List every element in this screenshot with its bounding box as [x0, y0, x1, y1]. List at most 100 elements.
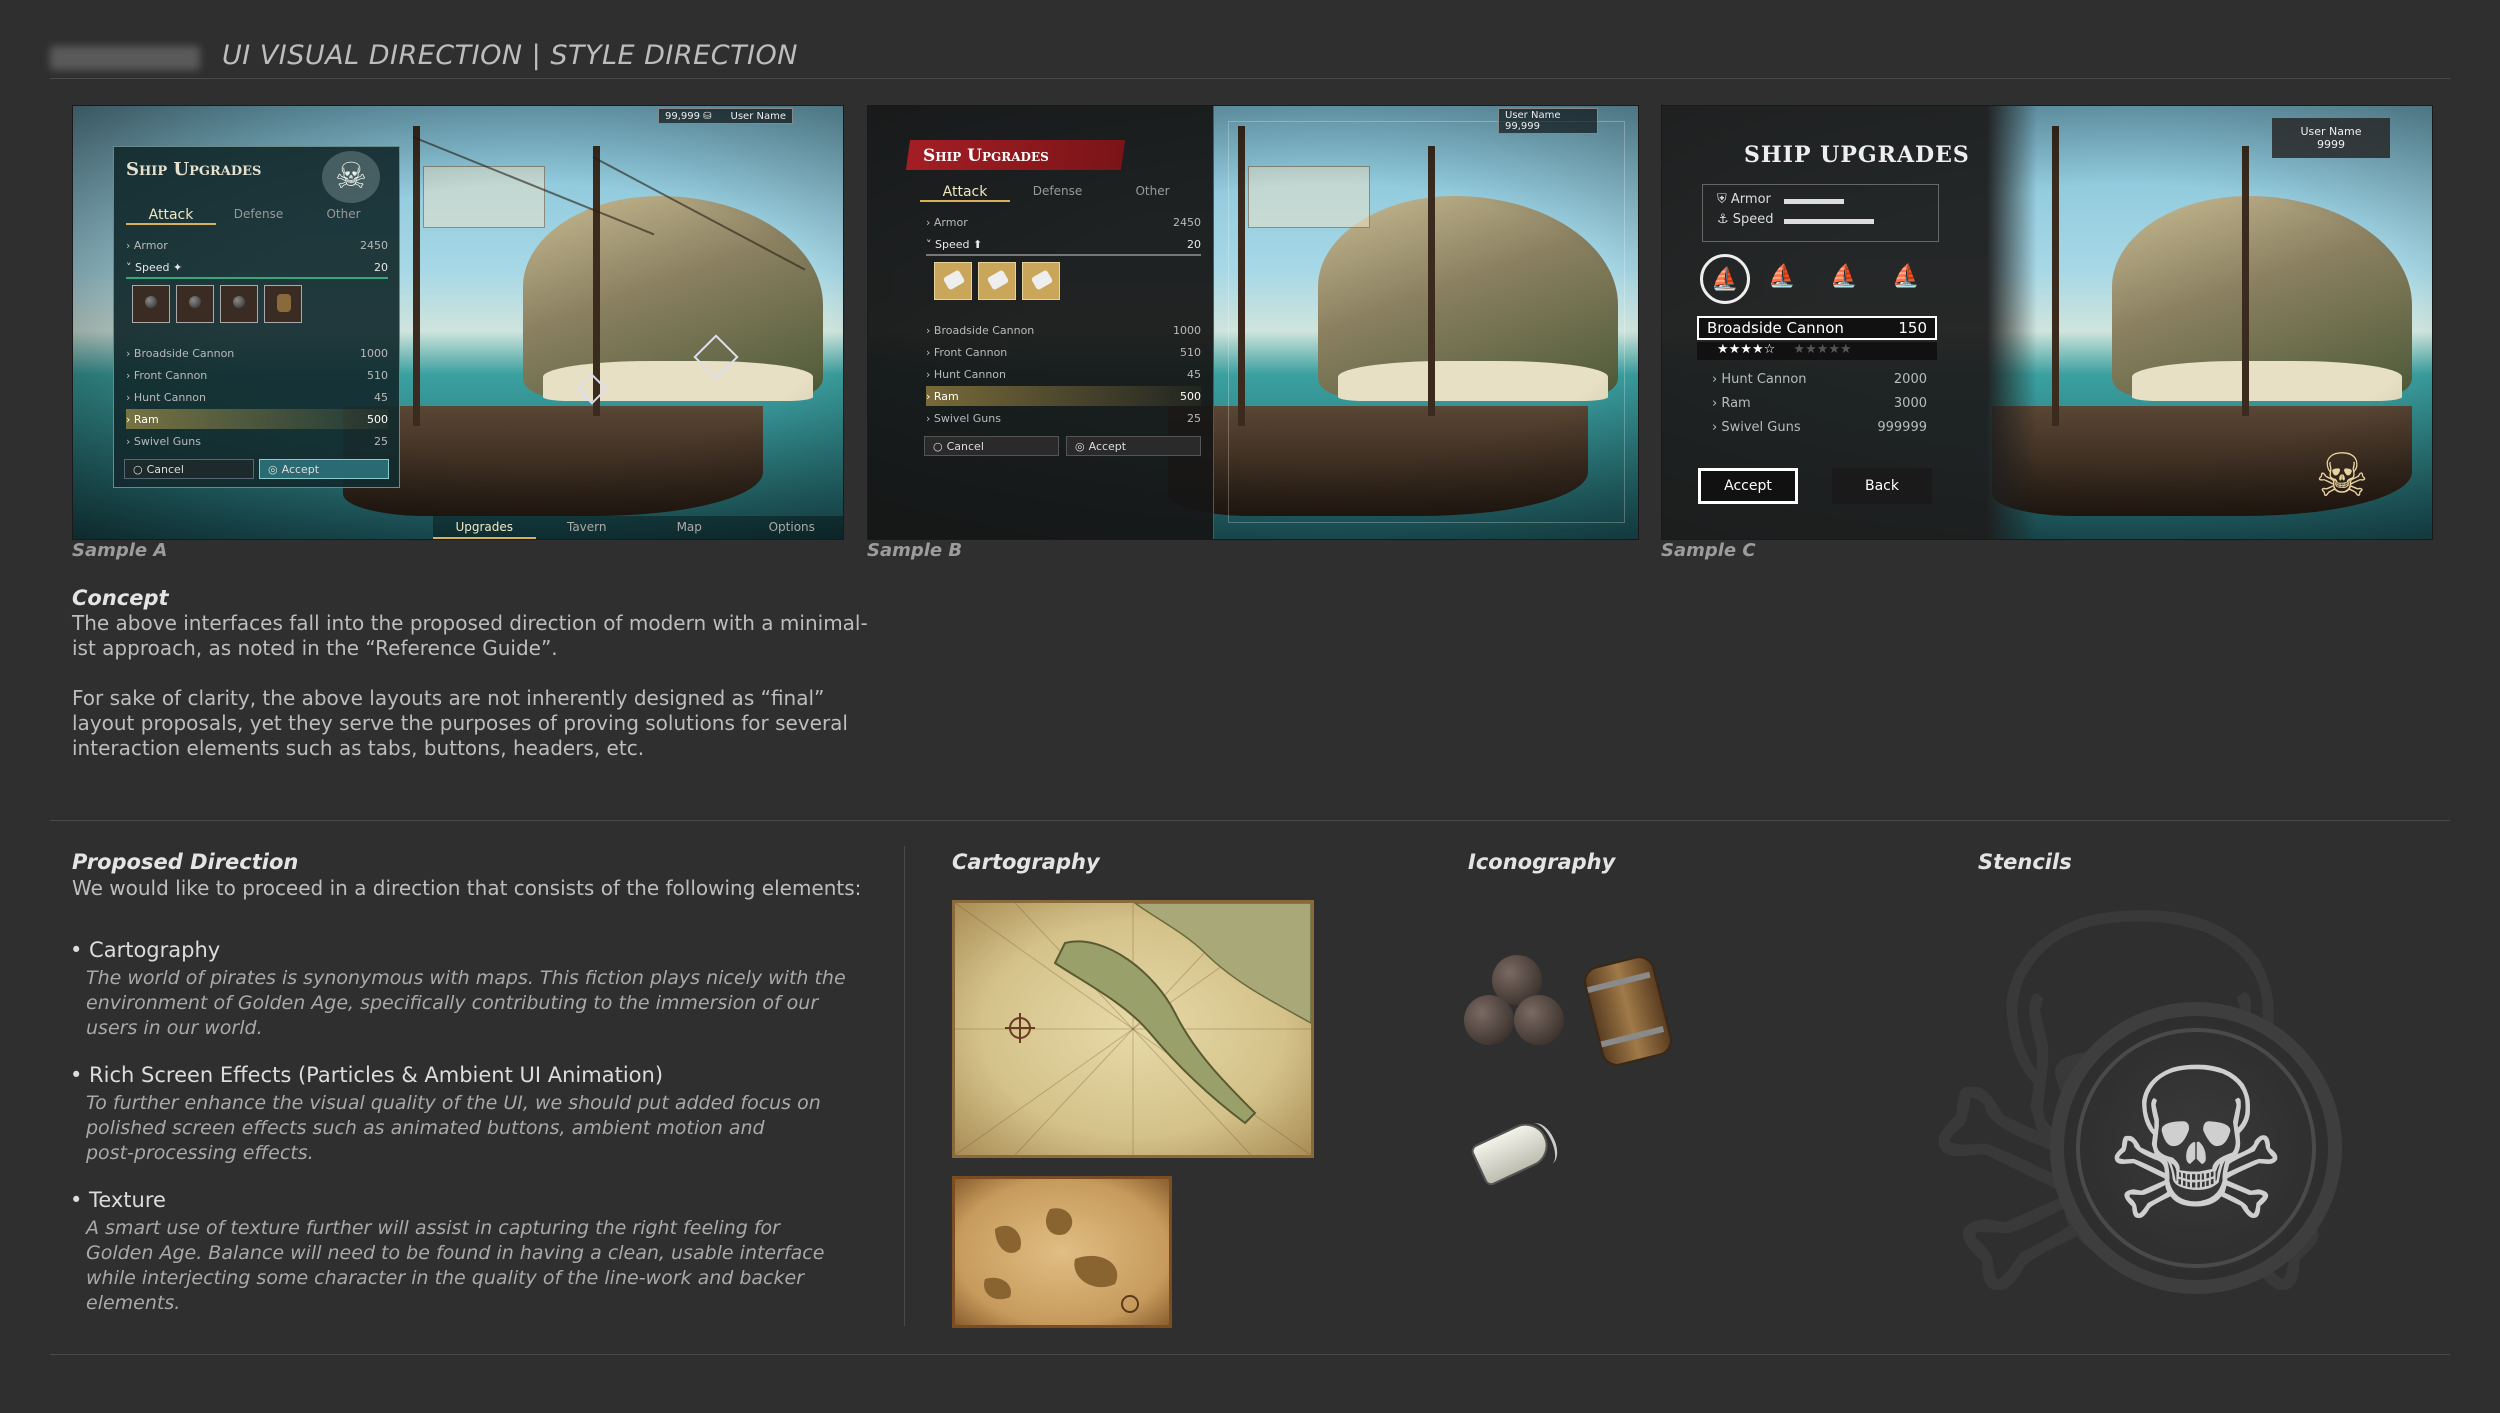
row-label: › Front Cannon: [926, 345, 1008, 359]
tab-attack[interactable]: Attack: [126, 207, 216, 225]
tab-defense[interactable]: Defense: [216, 207, 301, 225]
row-value: 20: [374, 260, 388, 274]
tab-other[interactable]: Other: [1105, 184, 1200, 202]
row-value: 2000: [1893, 372, 1927, 387]
page-title: UI VISUAL DIRECTION | STYLE DIRECTION: [222, 40, 798, 71]
row-value: 1000: [360, 346, 388, 360]
row-value: 45: [374, 390, 388, 404]
ship-class-icon[interactable]: ⛵: [1760, 254, 1804, 298]
row-label: › Broadside Cannon: [926, 323, 1035, 337]
ship-upgrades-menu: Ship Upgrades ☠ Attack Defense Other › A…: [113, 146, 400, 488]
concept-heading: Concept: [72, 586, 169, 610]
upgrade-row-front-cannon[interactable]: › Front Cannon 510: [926, 342, 1201, 362]
user-bar[interactable]: 99,999 ⛁ User Name: [658, 108, 793, 124]
upgrade-slot[interactable]: [220, 285, 258, 323]
upgrade-slot[interactable]: [1022, 262, 1060, 300]
tab-attack[interactable]: Attack: [920, 184, 1010, 202]
upgrade-row-armor[interactable]: › Armor 2450: [926, 212, 1201, 232]
tab-defense[interactable]: Defense: [1010, 184, 1105, 202]
upgrade-row-speed[interactable]: ˅ Speed ⬆ 20: [926, 234, 1201, 256]
bullet-cartography-title: • Cartography: [70, 938, 221, 962]
stat-armor-bar: [1784, 199, 1844, 204]
barrel-icon: [1580, 952, 1676, 1070]
upgrade-row-ram[interactable]: › Ram 500: [926, 386, 1201, 406]
row-value: 510: [1180, 345, 1201, 359]
row-label: › Ram: [1712, 396, 1751, 411]
upgrade-row-swivel-guns[interactable]: › Swivel Guns 25: [126, 431, 388, 451]
iconography-heading: Iconography: [1468, 850, 1616, 874]
upgrade-slot[interactable]: [978, 262, 1016, 300]
accept-button[interactable]: ◎ Accept: [259, 459, 389, 479]
nav-map[interactable]: Map: [638, 516, 741, 539]
upgrade-row-swivel-guns[interactable]: › Swivel Guns 999999: [1712, 420, 1927, 435]
header-rule: [50, 78, 2450, 79]
button-label: Accept: [281, 462, 320, 476]
row-label: › Swivel Guns: [1712, 420, 1801, 435]
back-button[interactable]: Back: [1832, 468, 1932, 504]
ship-class-icon[interactable]: ⛵: [1884, 254, 1928, 298]
upgrade-row-ram[interactable]: › Ram 3000: [1712, 396, 1927, 411]
nav-upgrades[interactable]: Upgrades: [433, 516, 536, 539]
upgrade-row-ram[interactable]: › Ram 500: [126, 409, 388, 429]
bullet-cartography-body: The world of pirates is synonymous with …: [86, 967, 846, 1039]
ram-icon: [942, 269, 966, 291]
upgrade-row-hunt-cannon[interactable]: › Hunt Cannon 2000: [1712, 372, 1927, 387]
upgrade-slot[interactable]: [934, 262, 972, 300]
cancel-button[interactable]: ○ Cancel: [924, 436, 1059, 456]
footer-rule: [50, 1354, 2450, 1355]
accept-button[interactable]: Accept: [1698, 468, 1798, 504]
menu-fade: [1987, 106, 2037, 539]
map-drawing: [955, 903, 1311, 1155]
button-label: Cancel: [946, 439, 984, 453]
ship-class-icon[interactable]: ⛵: [1822, 254, 1866, 298]
bullet-effects-body: To further enhance the visual quality of…: [86, 1092, 821, 1164]
row-value: 1000: [1173, 323, 1201, 337]
menu-title: Ship Upgrades: [126, 159, 262, 180]
upgrade-slot[interactable]: [176, 285, 214, 323]
upgrade-row-broadside-cannon[interactable]: › Broadside Cannon 1000: [126, 343, 388, 363]
upgrade-row-broadside-cannon[interactable]: Broadside Cannon 150: [1697, 316, 1937, 340]
row-label: › Swivel Guns: [126, 434, 201, 448]
upgrade-row-hunt-cannon[interactable]: › Hunt Cannon 45: [926, 364, 1201, 384]
cancel-button[interactable]: ○ Cancel: [124, 459, 254, 479]
ship-class-icon[interactable]: ⛵: [1700, 254, 1750, 304]
circle-icon: ◎: [1075, 439, 1085, 453]
tab-other[interactable]: Other: [301, 207, 386, 225]
sample-c-screenshot: User Name 9999 ☠ SHIP UPGRADES ⛨ Armor ⚓…: [1661, 105, 2433, 540]
row-label: › Broadside Cannon: [126, 346, 235, 360]
map-drawing: [984, 1208, 1139, 1313]
stat-speed-bar: [1784, 219, 1874, 224]
upgrade-row-armor[interactable]: › Armor 2450: [126, 235, 388, 255]
row-label: › Front Cannon: [126, 368, 208, 382]
sample-c-caption: Sample C: [1661, 540, 1756, 561]
row-label: › Armor: [926, 215, 968, 229]
row-value: 500: [1180, 389, 1201, 403]
upgrade-slot[interactable]: [132, 285, 170, 323]
upgrade-row-front-cannon[interactable]: › Front Cannon 510: [126, 365, 388, 385]
frame-border: [1228, 121, 1625, 523]
rating-empty: ★★★★★: [1793, 342, 1852, 357]
row-value: 25: [1187, 411, 1201, 425]
row-value: 999999: [1877, 420, 1927, 435]
stat-label: Armor: [1730, 192, 1771, 207]
user-bar[interactable]: User Name 99,999: [1498, 108, 1598, 134]
accept-button[interactable]: ◎ Accept: [1066, 436, 1201, 456]
upgrade-slot[interactable]: [264, 285, 302, 323]
circle-icon: ○: [133, 462, 143, 476]
upgrade-row-broadside-cannon[interactable]: › Broadside Cannon 1000: [926, 320, 1201, 340]
barrel-icon: [277, 294, 291, 312]
cannonball-icon: [145, 296, 157, 308]
upgrade-row-speed[interactable]: ˅ Speed ✦ 20: [126, 257, 388, 279]
user-bar[interactable]: User Name 9999: [2272, 118, 2390, 158]
upgrade-row-swivel-guns[interactable]: › Swivel Guns 25: [926, 408, 1201, 428]
upgrade-row-hunt-cannon[interactable]: › Hunt Cannon 45: [126, 387, 388, 407]
nav-options[interactable]: Options: [741, 516, 844, 539]
nav-tavern[interactable]: Tavern: [536, 516, 639, 539]
skull-and-crossbones-stencil-icon: ☠: [2101, 1023, 2291, 1268]
sample-b-screenshot: User Name 99,999 Ship Upgrades Attack De…: [867, 105, 1639, 540]
tab-bar: Attack Defense Other: [920, 184, 1200, 202]
row-value: 20: [1187, 237, 1201, 251]
bullet-texture-body: A smart use of texture further will assi…: [86, 1217, 825, 1314]
row-value: 150: [1898, 319, 1927, 337]
ram-icon: [1030, 269, 1054, 291]
